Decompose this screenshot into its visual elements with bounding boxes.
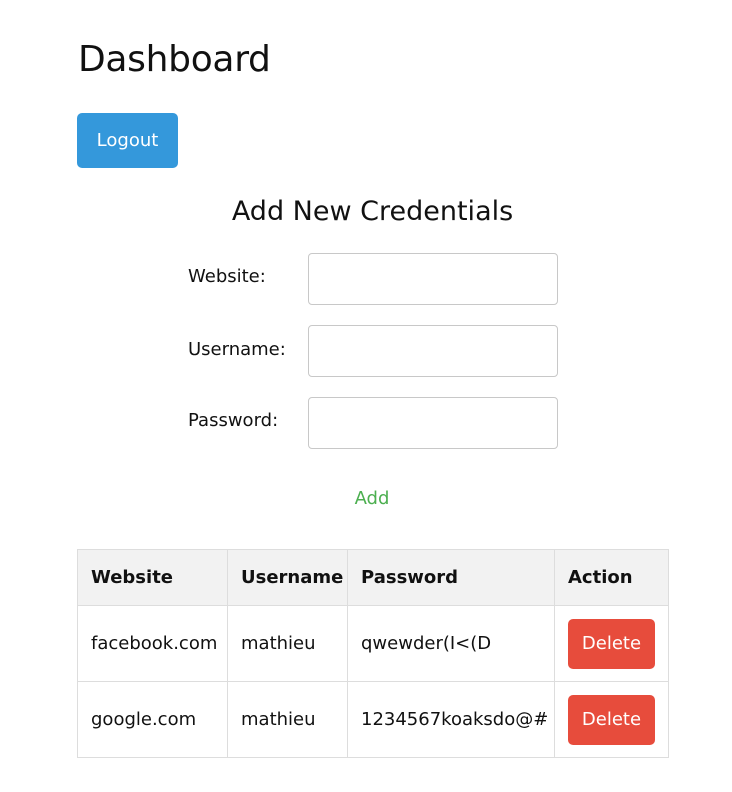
website-input[interactable] xyxy=(308,253,558,305)
page-title: Dashboard xyxy=(78,39,271,80)
website-cell: facebook.com xyxy=(77,605,228,682)
add-button[interactable]: Add xyxy=(332,484,412,512)
logout-button[interactable]: Logout xyxy=(77,113,178,168)
website-label: Website: xyxy=(188,266,266,287)
column-header-username: Username xyxy=(227,549,348,606)
username-label: Username: xyxy=(188,339,286,360)
username-input[interactable] xyxy=(308,325,558,377)
action-cell: Delete xyxy=(554,681,669,758)
delete-button[interactable]: Delete xyxy=(568,694,655,745)
website-cell: google.com xyxy=(77,681,228,758)
delete-button[interactable]: Delete xyxy=(568,618,655,669)
action-cell: Delete xyxy=(554,605,669,682)
table-row: facebook.com mathieu qwewder(I<(D Delete xyxy=(77,605,669,682)
username-cell: mathieu xyxy=(227,681,348,758)
password-cell: qwewder(I<(D xyxy=(347,605,555,682)
column-header-action: Action xyxy=(554,549,669,606)
password-label: Password: xyxy=(188,410,279,431)
table-row: google.com mathieu 1234567koaksdo@# Dele… xyxy=(77,681,669,758)
dashboard-page: Dashboard Logout Add New Credentials Web… xyxy=(0,0,732,792)
column-header-website: Website xyxy=(77,549,228,606)
table-header-row: Website Username Password Action xyxy=(77,549,669,606)
form-title: Add New Credentials xyxy=(231,196,514,227)
credentials-table: Website Username Password Action faceboo… xyxy=(77,549,669,758)
username-cell: mathieu xyxy=(227,605,348,682)
password-input[interactable] xyxy=(308,397,558,449)
column-header-password: Password xyxy=(347,549,555,606)
password-cell: 1234567koaksdo@# xyxy=(347,681,555,758)
